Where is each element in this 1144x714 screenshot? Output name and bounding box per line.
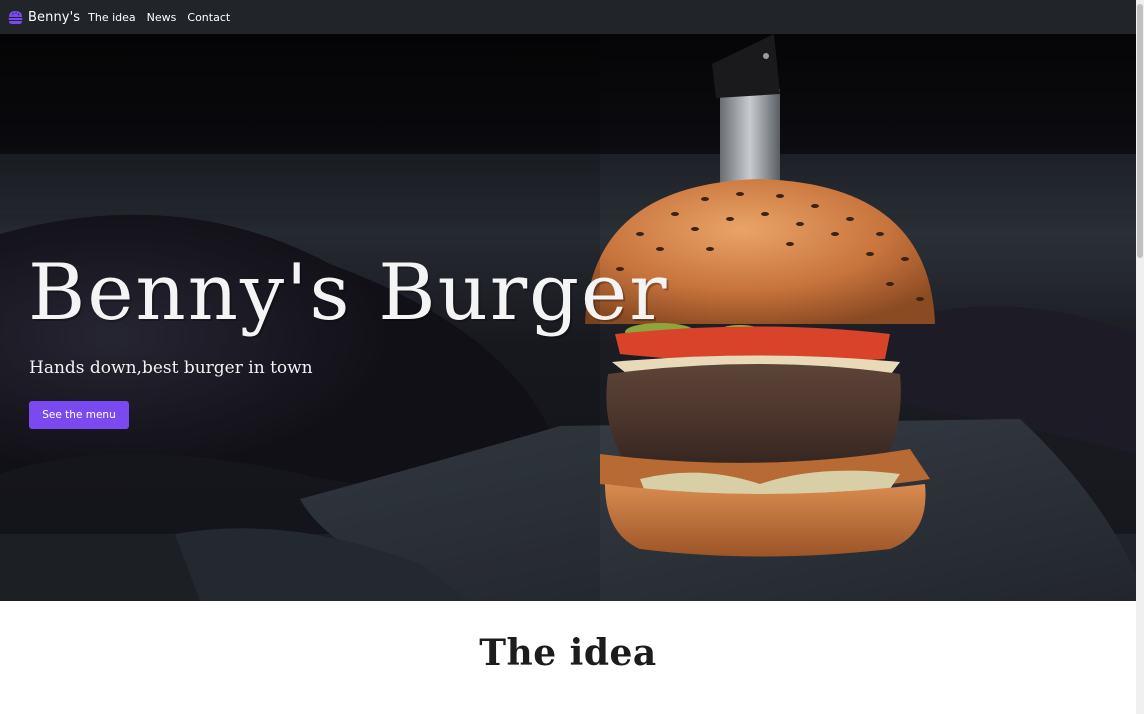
idea-section-title: The idea [479,632,657,674]
scrollbar-thumb[interactable] [1137,4,1143,258]
hero-section: Benny's Burger Hands down,best burger in… [0,34,1136,601]
hero-subtitle: Hands down,best burger in town [29,358,313,378]
hero-title: Benny's Burger [28,248,669,338]
nav-links: The idea News Contact [88,11,241,24]
page-scrollbar[interactable] [1136,0,1144,714]
nav-link-the-idea[interactable]: The idea [88,11,136,24]
top-navbar: Benny's The idea News Contact [0,0,1136,34]
burger-icon [7,9,24,26]
see-menu-button[interactable]: See the menu [29,401,129,429]
nav-link-news[interactable]: News [147,11,177,24]
nav-link-contact[interactable]: Contact [187,11,230,24]
brand-name: Benny's [28,9,81,25]
brand-link[interactable]: Benny's [7,9,80,26]
